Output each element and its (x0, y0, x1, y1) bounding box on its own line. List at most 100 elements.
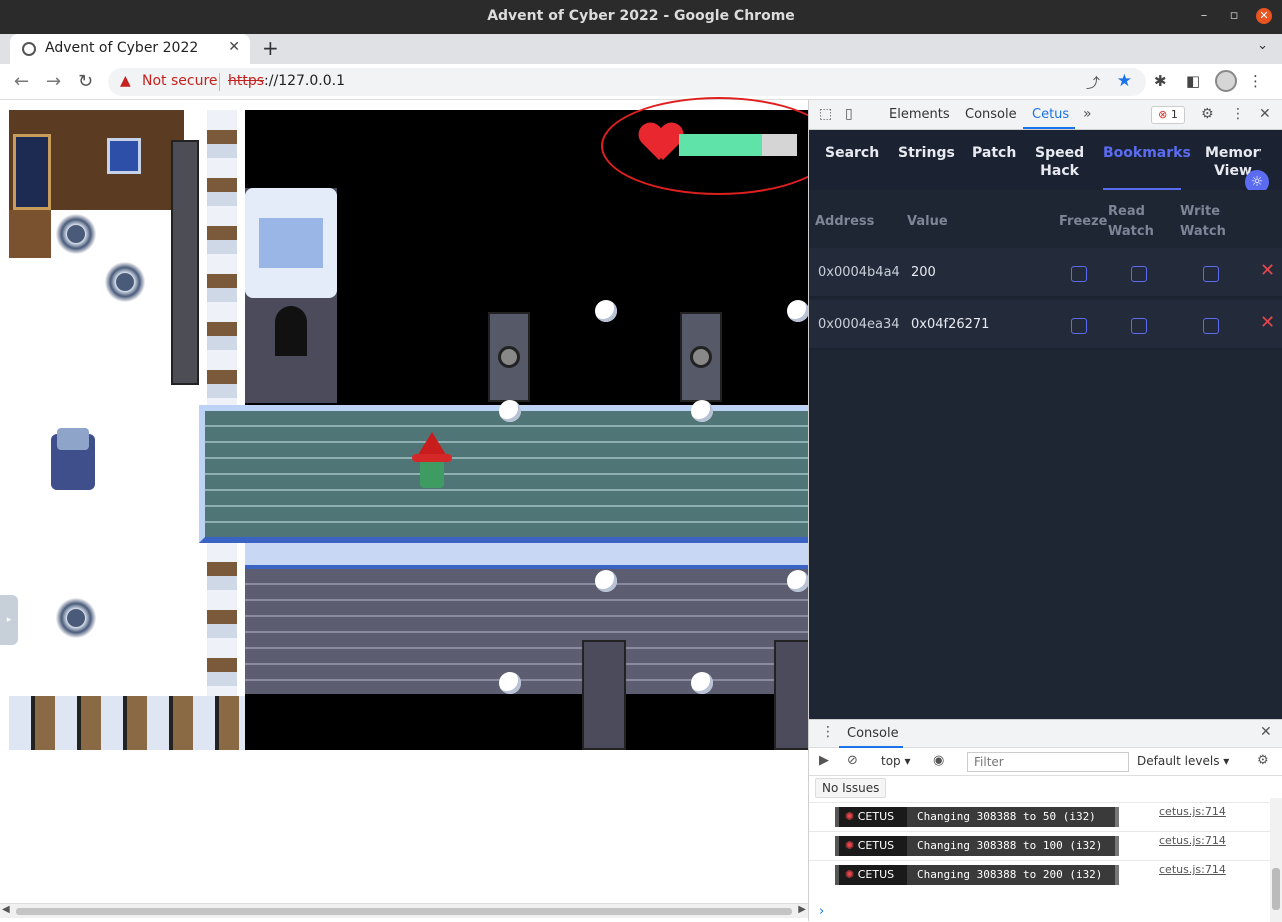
globe-icon (22, 42, 36, 56)
scroll-left-icon[interactable]: ◀ (2, 904, 10, 915)
cetus-nav-patch[interactable]: Patch (972, 144, 1016, 162)
read-watch-checkbox[interactable] (1131, 318, 1147, 334)
bookmark-value[interactable]: 200 (911, 265, 936, 280)
console-settings-gear-icon[interactable]: ⚙ (1257, 753, 1269, 768)
speaker-icon (498, 346, 520, 368)
log-source-link[interactable]: cetus.js:714 (1159, 834, 1226, 847)
issues-button[interactable]: No Issues (815, 778, 887, 798)
sidebar-toggle-icon[interactable]: ▶ (819, 753, 829, 768)
player-hat-brim (412, 454, 452, 462)
new-tab-icon[interactable]: + (262, 36, 279, 60)
close-tab-icon[interactable]: ✕ (228, 39, 240, 55)
cabin (9, 110, 184, 210)
cetus-nav-search[interactable]: Search (825, 144, 879, 162)
write-watch-checkbox[interactable] (1203, 266, 1219, 282)
delete-bookmark-icon[interactable]: ✕ (1260, 260, 1275, 281)
game-canvas[interactable] (9, 110, 808, 750)
bookmark-address: 0x0004b4a4 (818, 265, 900, 280)
context-selector[interactable]: top ▾ (881, 754, 911, 768)
maximize-icon[interactable]: ▫ (1226, 8, 1242, 24)
error-count-badge[interactable]: ⊗ 1 (1151, 106, 1185, 124)
stone-wall (245, 569, 808, 694)
close-drawer-icon[interactable]: ✕ (1260, 724, 1272, 740)
scrollbar-thumb[interactable] (16, 908, 792, 915)
speaker-icon (690, 346, 712, 368)
delete-bookmark-icon[interactable]: ✕ (1260, 312, 1275, 333)
console-drawer-tab[interactable]: Console (847, 726, 899, 741)
error-icon: ⊗ (1158, 108, 1168, 121)
share-icon[interactable]: ⤴ (1086, 73, 1100, 93)
read-watch-checkbox[interactable] (1131, 266, 1147, 282)
forward-icon[interactable]: → (46, 71, 61, 92)
snowball (595, 570, 617, 592)
tab-console[interactable]: Console (965, 107, 1017, 122)
cetus-nav-strings[interactable]: Strings (898, 144, 955, 162)
inspect-element-icon[interactable]: ⬚ (819, 106, 832, 122)
bookmark-value[interactable]: 0x04f26271 (911, 317, 989, 332)
console-scrollbar-thumb[interactable] (1272, 868, 1280, 910)
devtools-panel: ⬚ ▯ Elements Console Cetus » ⊗ 1 ⚙ ⋮ ✕ S… (808, 100, 1282, 922)
console-filter-input[interactable]: Filter (967, 752, 1129, 772)
bookmarks-table-header: Address Value Freeze Read Watch Write Wa… (809, 190, 1282, 248)
divider (219, 73, 220, 91)
console-prompt-icon[interactable]: › (819, 904, 824, 919)
tab-cetus[interactable]: Cetus (1032, 107, 1069, 122)
cetus-log-tag: ✺ CETUS (835, 865, 907, 885)
extensions-icon[interactable]: ✱ (1154, 72, 1167, 90)
profile-avatar[interactable] (1215, 70, 1237, 92)
tower-ice-block (259, 218, 323, 268)
settings-gear-icon[interactable]: ⚙ (1201, 106, 1214, 122)
devtools-menu-icon[interactable]: ⋮ (1231, 106, 1245, 122)
cetus-nav-speed-hack[interactable]: Speed Hack (1035, 144, 1084, 180)
stone-pillar (582, 640, 626, 750)
bookmark-star-icon[interactable]: ★ (1117, 71, 1132, 91)
window-title: Advent of Cyber 2022 - Google Chrome (487, 8, 795, 24)
header-value: Value (907, 214, 948, 229)
freeze-checkbox[interactable] (1071, 318, 1087, 334)
menu-kebab-icon[interactable]: ⋮ (1248, 72, 1263, 90)
security-label[interactable]: Not secure (142, 73, 218, 89)
reload-icon[interactable]: ↻ (78, 71, 93, 92)
cetus-navigation: Search Strings Patch Speed Hack Bookmark… (809, 130, 1282, 194)
bookmark-row: 0x0004b4a4 200 ✕ (809, 248, 1282, 298)
more-tabs-icon[interactable]: » (1083, 106, 1092, 122)
browser-tab[interactable]: Advent of Cyber 2022 ✕ (10, 34, 250, 64)
octopus-icon: ✺ (845, 839, 855, 852)
device-toolbar-icon[interactable]: ▯ (845, 106, 853, 122)
header-freeze: Freeze (1059, 214, 1108, 229)
tab-elements[interactable]: Elements (889, 107, 950, 122)
close-devtools-icon[interactable]: ✕ (1259, 106, 1271, 122)
snow-shrub (55, 214, 97, 254)
log-source-link[interactable]: cetus.js:714 (1159, 863, 1226, 876)
drawer-menu-icon[interactable]: ⋮ (821, 724, 835, 740)
scroll-right-icon[interactable]: ▶ (798, 904, 806, 915)
ice-tower (245, 188, 337, 403)
bridge-snow-edge (245, 543, 808, 569)
close-window-icon[interactable]: ✕ (1256, 8, 1272, 24)
address-bar[interactable]: ▲ Not secure https://127.0.0.1 ⤴ ★ (108, 68, 1146, 96)
live-expression-eye-icon[interactable]: ◉ (933, 753, 944, 768)
clear-console-icon[interactable]: ⊘ (847, 753, 858, 768)
header-address: Address (815, 214, 875, 229)
context-label: top (881, 754, 901, 768)
url-text[interactable]: https://127.0.0.1 (228, 73, 345, 89)
cetus-nav-bookmarks[interactable]: Bookmarks (1103, 144, 1191, 162)
console-drawer-header: ⋮ Console ✕ (809, 720, 1282, 748)
tab-search-icon[interactable]: ⌄ (1257, 38, 1268, 53)
minimize-icon[interactable]: – (1196, 8, 1212, 24)
tab-title: Advent of Cyber 2022 (45, 40, 199, 56)
log-levels-dropdown[interactable]: Default levels ▾ (1137, 754, 1229, 768)
warning-icon[interactable]: ▲ (120, 73, 131, 89)
page-viewport: ▸ (0, 100, 808, 921)
freeze-checkbox[interactable] (1071, 266, 1087, 282)
console-scrollbar[interactable] (1270, 798, 1282, 922)
error-count: 1 (1170, 108, 1178, 121)
log-message: Changing 308388 to 50 (i32) (907, 807, 1119, 827)
write-watch-checkbox[interactable] (1203, 318, 1219, 334)
horizontal-scrollbar[interactable]: ◀ ▶ (0, 903, 808, 918)
side-panel-icon[interactable]: ◧ (1186, 72, 1200, 90)
cabin-steps (9, 210, 51, 258)
panel-toggle-handle[interactable]: ▸ (0, 595, 18, 645)
back-icon[interactable]: ← (14, 71, 29, 92)
log-source-link[interactable]: cetus.js:714 (1159, 805, 1226, 818)
